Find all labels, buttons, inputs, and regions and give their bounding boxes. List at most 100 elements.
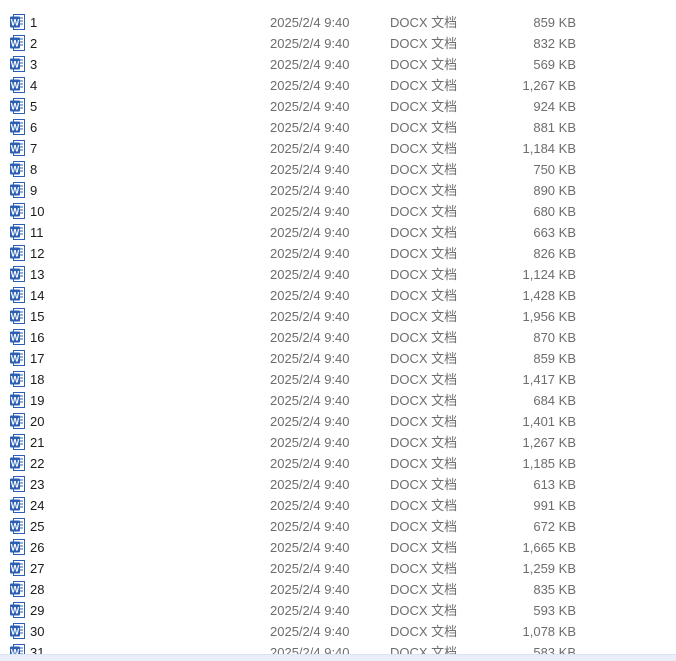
file-modified-date: 2025/2/4 9:40 — [270, 330, 350, 345]
file-row[interactable]: W 12 2025/2/4 9:40 DOCX 文档 826 KB — [0, 243, 676, 264]
file-type: DOCX 文档 — [390, 456, 458, 471]
file-row[interactable]: W 20 2025/2/4 9:40 DOCX 文档 1,401 KB — [0, 411, 676, 432]
file-name: 22 — [30, 456, 45, 471]
file-name: 13 — [30, 267, 45, 282]
word-document-icon: W — [10, 182, 25, 198]
file-row[interactable]: W 28 2025/2/4 9:40 DOCX 文档 835 KB — [0, 579, 676, 600]
word-document-icon: W — [10, 329, 25, 345]
file-name: 24 — [30, 498, 45, 513]
file-modified-date: 2025/2/4 9:40 — [270, 309, 350, 324]
file-row[interactable]: W 7 2025/2/4 9:40 DOCX 文档 1,184 KB — [0, 138, 676, 159]
word-document-icon: W — [10, 392, 25, 408]
file-type: DOCX 文档 — [390, 225, 458, 240]
file-modified-date: 2025/2/4 9:40 — [270, 162, 350, 177]
word-icon-letter: W — [11, 354, 20, 364]
file-size: 1,259 KB — [522, 561, 577, 576]
file-size: 1,124 KB — [522, 267, 577, 282]
file-type: DOCX 文档 — [390, 372, 458, 387]
file-modified-date: 2025/2/4 9:40 — [270, 435, 350, 450]
file-size: 890 KB — [533, 183, 576, 198]
file-row[interactable]: W 30 2025/2/4 9:40 DOCX 文档 1,078 KB — [0, 621, 676, 642]
word-icon-letter: W — [11, 60, 20, 70]
file-type: DOCX 文档 — [390, 498, 458, 513]
file-type: DOCX 文档 — [390, 351, 458, 366]
file-name: 30 — [30, 624, 45, 639]
horizontal-scrollbar[interactable] — [0, 654, 676, 661]
file-size: 859 KB — [533, 351, 576, 366]
word-document-icon: W — [10, 245, 25, 261]
file-row[interactable]: W 19 2025/2/4 9:40 DOCX 文档 684 KB — [0, 390, 676, 411]
word-document-icon: W — [10, 35, 25, 51]
file-row[interactable]: W 17 2025/2/4 9:40 DOCX 文档 859 KB — [0, 348, 676, 369]
file-row[interactable]: W 21 2025/2/4 9:40 DOCX 文档 1,267 KB — [0, 432, 676, 453]
word-icon-letter: W — [11, 81, 20, 91]
file-row[interactable]: W 10 2025/2/4 9:40 DOCX 文档 680 KB — [0, 201, 676, 222]
word-document-icon: W — [10, 455, 25, 471]
file-row[interactable]: W 27 2025/2/4 9:40 DOCX 文档 1,259 KB — [0, 558, 676, 579]
file-type: DOCX 文档 — [390, 120, 458, 135]
file-row[interactable]: W 16 2025/2/4 9:40 DOCX 文档 870 KB — [0, 327, 676, 348]
file-name: 25 — [30, 519, 45, 534]
file-row[interactable]: W 29 2025/2/4 9:40 DOCX 文档 593 KB — [0, 600, 676, 621]
file-name: 15 — [30, 309, 45, 324]
file-modified-date: 2025/2/4 9:40 — [270, 120, 350, 135]
file-name: 8 — [30, 162, 38, 177]
file-row[interactable]: W 4 2025/2/4 9:40 DOCX 文档 1,267 KB — [0, 75, 676, 96]
file-row[interactable]: W 22 2025/2/4 9:40 DOCX 文档 1,185 KB — [0, 453, 676, 474]
file-row[interactable]: W 26 2025/2/4 9:40 DOCX 文档 1,665 KB — [0, 537, 676, 558]
file-row[interactable]: W 18 2025/2/4 9:40 DOCX 文档 1,417 KB — [0, 369, 676, 390]
file-type: DOCX 文档 — [390, 57, 458, 72]
file-row[interactable]: W 24 2025/2/4 9:40 DOCX 文档 991 KB — [0, 495, 676, 516]
file-name: 27 — [30, 561, 45, 576]
file-size: 663 KB — [533, 225, 576, 240]
file-modified-date: 2025/2/4 9:40 — [270, 456, 350, 471]
word-icon-letter: W — [11, 39, 20, 49]
file-row[interactable]: W 15 2025/2/4 9:40 DOCX 文档 1,956 KB — [0, 306, 676, 327]
word-icon-letter: W — [11, 375, 20, 385]
file-row[interactable]: W 2 2025/2/4 9:40 DOCX 文档 832 KB — [0, 33, 676, 54]
word-document-icon: W — [10, 140, 25, 156]
file-type: DOCX 文档 — [390, 519, 458, 534]
file-modified-date: 2025/2/4 9:40 — [270, 372, 350, 387]
file-row[interactable]: W 13 2025/2/4 9:40 DOCX 文档 1,124 KB — [0, 264, 676, 285]
file-type: DOCX 文档 — [390, 435, 458, 450]
file-size: 750 KB — [533, 162, 576, 177]
file-row[interactable]: W 25 2025/2/4 9:40 DOCX 文档 672 KB — [0, 516, 676, 537]
file-row[interactable]: W 6 2025/2/4 9:40 DOCX 文档 881 KB — [0, 117, 676, 138]
word-icon-letter: W — [11, 585, 20, 595]
word-icon-letter: W — [11, 564, 20, 574]
file-type: DOCX 文档 — [390, 246, 458, 261]
file-size: 1,184 KB — [522, 141, 577, 156]
word-icon-letter: W — [11, 333, 20, 343]
file-name: 6 — [30, 120, 38, 135]
file-type: DOCX 文档 — [390, 78, 458, 93]
file-modified-date: 2025/2/4 9:40 — [270, 414, 350, 429]
file-row[interactable]: W 14 2025/2/4 9:40 DOCX 文档 1,428 KB — [0, 285, 676, 306]
file-size: 1,078 KB — [522, 624, 577, 639]
file-modified-date: 2025/2/4 9:40 — [270, 519, 350, 534]
word-document-icon: W — [10, 560, 25, 576]
file-modified-date: 2025/2/4 9:40 — [270, 477, 350, 492]
word-icon-letter: W — [11, 480, 20, 490]
file-row[interactable]: W 23 2025/2/4 9:40 DOCX 文档 613 KB — [0, 474, 676, 495]
file-modified-date: 2025/2/4 9:40 — [270, 225, 350, 240]
word-document-icon: W — [10, 119, 25, 135]
file-row[interactable]: W 11 2025/2/4 9:40 DOCX 文档 663 KB — [0, 222, 676, 243]
file-type: DOCX 文档 — [390, 141, 458, 156]
word-document-icon: W — [10, 434, 25, 450]
word-icon-letter: W — [11, 543, 20, 553]
file-row[interactable]: W 8 2025/2/4 9:40 DOCX 文档 750 KB — [0, 159, 676, 180]
word-document-icon: W — [10, 77, 25, 93]
file-size: 835 KB — [533, 582, 576, 597]
file-row[interactable]: W 5 2025/2/4 9:40 DOCX 文档 924 KB — [0, 96, 676, 117]
file-type: DOCX 文档 — [390, 414, 458, 429]
file-name: 3 — [30, 57, 38, 72]
file-modified-date: 2025/2/4 9:40 — [270, 393, 350, 408]
file-modified-date: 2025/2/4 9:40 — [270, 498, 350, 513]
file-type: DOCX 文档 — [390, 330, 458, 345]
file-row[interactable]: W 1 2025/2/4 9:40 DOCX 文档 859 KB — [0, 12, 676, 33]
file-size: 1,185 KB — [522, 456, 577, 471]
file-row[interactable]: W 3 2025/2/4 9:40 DOCX 文档 569 KB — [0, 54, 676, 75]
file-type: DOCX 文档 — [390, 477, 458, 492]
file-row[interactable]: W 9 2025/2/4 9:40 DOCX 文档 890 KB — [0, 180, 676, 201]
